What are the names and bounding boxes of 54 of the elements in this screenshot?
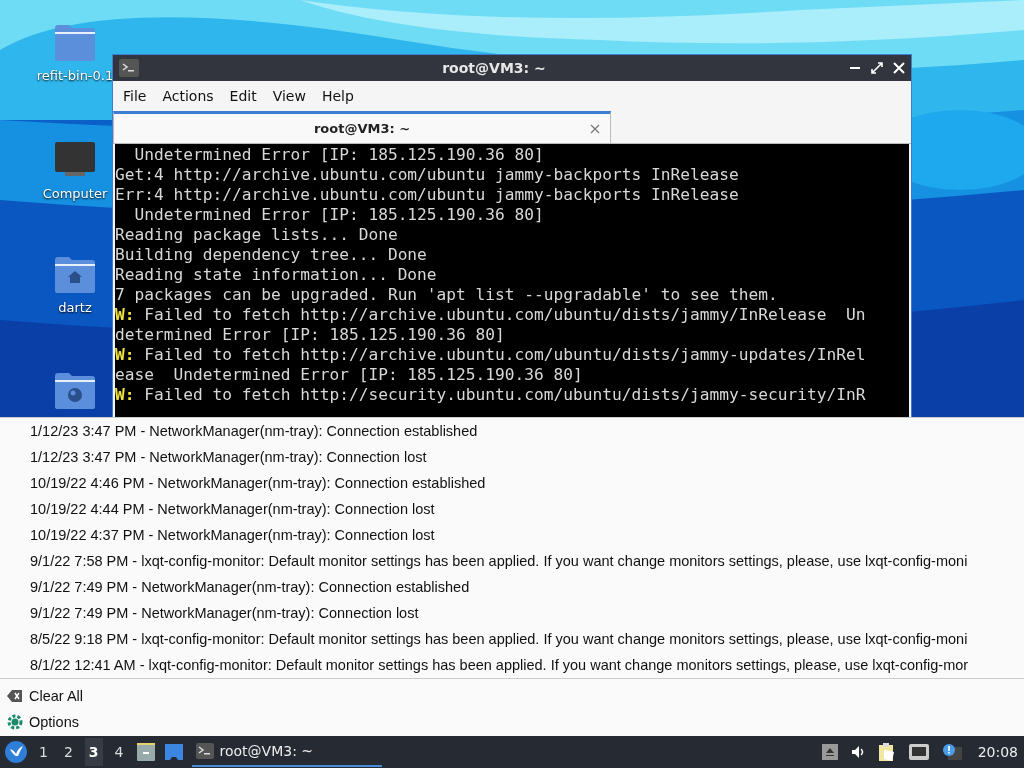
menu-item[interactable]: View — [264, 88, 314, 104]
notification-item[interactable]: 1/12/23 3:47 PM - NetworkManager(nm-tray): Connection established — [0, 418, 1024, 444]
desktop-icon[interactable] — [163, 743, 184, 761]
terminal-line: Reading package lists... Done — [115, 225, 399, 245]
clock[interactable]: 20:08 — [977, 744, 1018, 760]
maximize-icon[interactable] — [871, 62, 883, 74]
file-cabinet-icon[interactable] — [135, 742, 156, 762]
menu-item[interactable]: Actions — [154, 88, 222, 104]
notification-item[interactable]: 8/5/22 9:18 PM - lxqt-config-monitor: Default monitor settings has been applied. If you want change monitors settings, please, use lxqt-config-moni — [0, 626, 1024, 652]
desktop-switch[interactable]: 1 — [35, 738, 52, 766]
gear-icon[interactable] — [7, 714, 23, 730]
terminal-line: W: Failed to fetch http://archive.ubuntu.com/ubuntu/dists/jammy/InRelease Un — [115, 305, 867, 325]
menu-item[interactable]: File — [115, 88, 155, 104]
terminal-line: Building dependency tree... Done — [115, 245, 428, 265]
terminal-line: Undetermined Error [IP: 185.125.190.36 80] — [133, 145, 545, 165]
terminal-line: W: Failed to fetch http://archive.ubuntu.com/ubuntu/dists/jammy-updates/InRel — [115, 345, 867, 365]
menu-item[interactable]: Edit — [221, 88, 265, 104]
menu-item[interactable]: Help — [313, 88, 362, 104]
taskbar-button[interactable]: root@VM3: ~ — [191, 737, 382, 767]
notification-item[interactable]: 9/1/22 7:49 PM - NetworkManager(nm-tray): Connection established — [0, 574, 1024, 600]
desktop-switch[interactable]: 4 — [110, 738, 128, 766]
terminal-line: Undetermined Error [IP: 185.125.190.36 80] — [133, 205, 545, 225]
notification-item[interactable]: 9/1/22 7:49 PM - NetworkManager(nm-tray): Connection lost — [0, 600, 1024, 626]
desktop-switch[interactable]: 3 — [84, 738, 103, 766]
window-title: root@VM3: ~ — [441, 60, 547, 76]
clear-icon[interactable] — [7, 689, 23, 703]
globe-folder-icon[interactable] — [54, 372, 96, 410]
terminal-line: Get:4 http://archive.ubuntu.com/ubuntu jammy-backports InRelease — [115, 165, 740, 185]
terminal-icon — [195, 743, 214, 759]
menu-item[interactable]: Options — [29, 714, 79, 730]
eject-icon[interactable] — [821, 744, 838, 760]
terminal-line: ease Undetermined Error [IP: 185.125.190.36 80] — [115, 365, 584, 385]
notification-item[interactable]: 8/1/22 12:41 AM - lxqt-config-monitor: Default monitor settings has been applied. If you want change monitors settings, please, use lxqt-config-mor — [0, 652, 1024, 678]
terminal-area[interactable] — [115, 144, 909, 417]
terminal-line: Err:4 http://archive.ubuntu.com/ubuntu jammy-backports InRelease — [115, 185, 740, 205]
notification-item[interactable]: 9/1/22 7:58 PM - lxqt-config-monitor: Default monitor settings has been applied. If you want change monitors settings, please, use lxqt-config-moni — [0, 548, 1024, 574]
terminal-line: 7 packages can be upgraded. Run 'apt list --upgradable' to see them. — [115, 285, 779, 305]
desktop-switch[interactable]: 2 — [59, 738, 77, 766]
terminal-line: determined Error [IP: 185.125.190.36 80] — [115, 325, 506, 345]
network-port-icon[interactable] — [907, 743, 930, 761]
notification-item[interactable]: 10/19/22 4:46 PM - NetworkManager(nm-tray): Connection established — [0, 470, 1024, 496]
terminal-icon — [119, 59, 139, 77]
notification-item[interactable]: 10/19/22 4:44 PM - NetworkManager(nm-tray): Connection lost — [0, 496, 1024, 522]
terminal-line: Reading state information... Done — [115, 265, 438, 285]
terminal-line: W: Failed to fetch http://security.ubuntu.com/ubuntu/dists/jammy-security/InR — [115, 385, 867, 405]
alert-icon[interactable] — [941, 743, 962, 761]
home-folder-icon[interactable] — [54, 256, 96, 294]
menu-item[interactable]: Clear All — [29, 688, 83, 704]
notification-item[interactable]: 10/19/22 4:37 PM - NetworkManager(nm-tray): Connection lost — [0, 522, 1024, 548]
volume-icon[interactable] — [849, 744, 866, 760]
clipboard-icon[interactable] — [877, 742, 896, 762]
desktop-icon-label[interactable]: dartz — [58, 300, 92, 315]
tab[interactable]: root@VM3: ~ — [113, 111, 611, 143]
notification-item[interactable]: 1/12/23 3:47 PM - NetworkManager(nm-tray): Connection lost — [0, 444, 1024, 470]
